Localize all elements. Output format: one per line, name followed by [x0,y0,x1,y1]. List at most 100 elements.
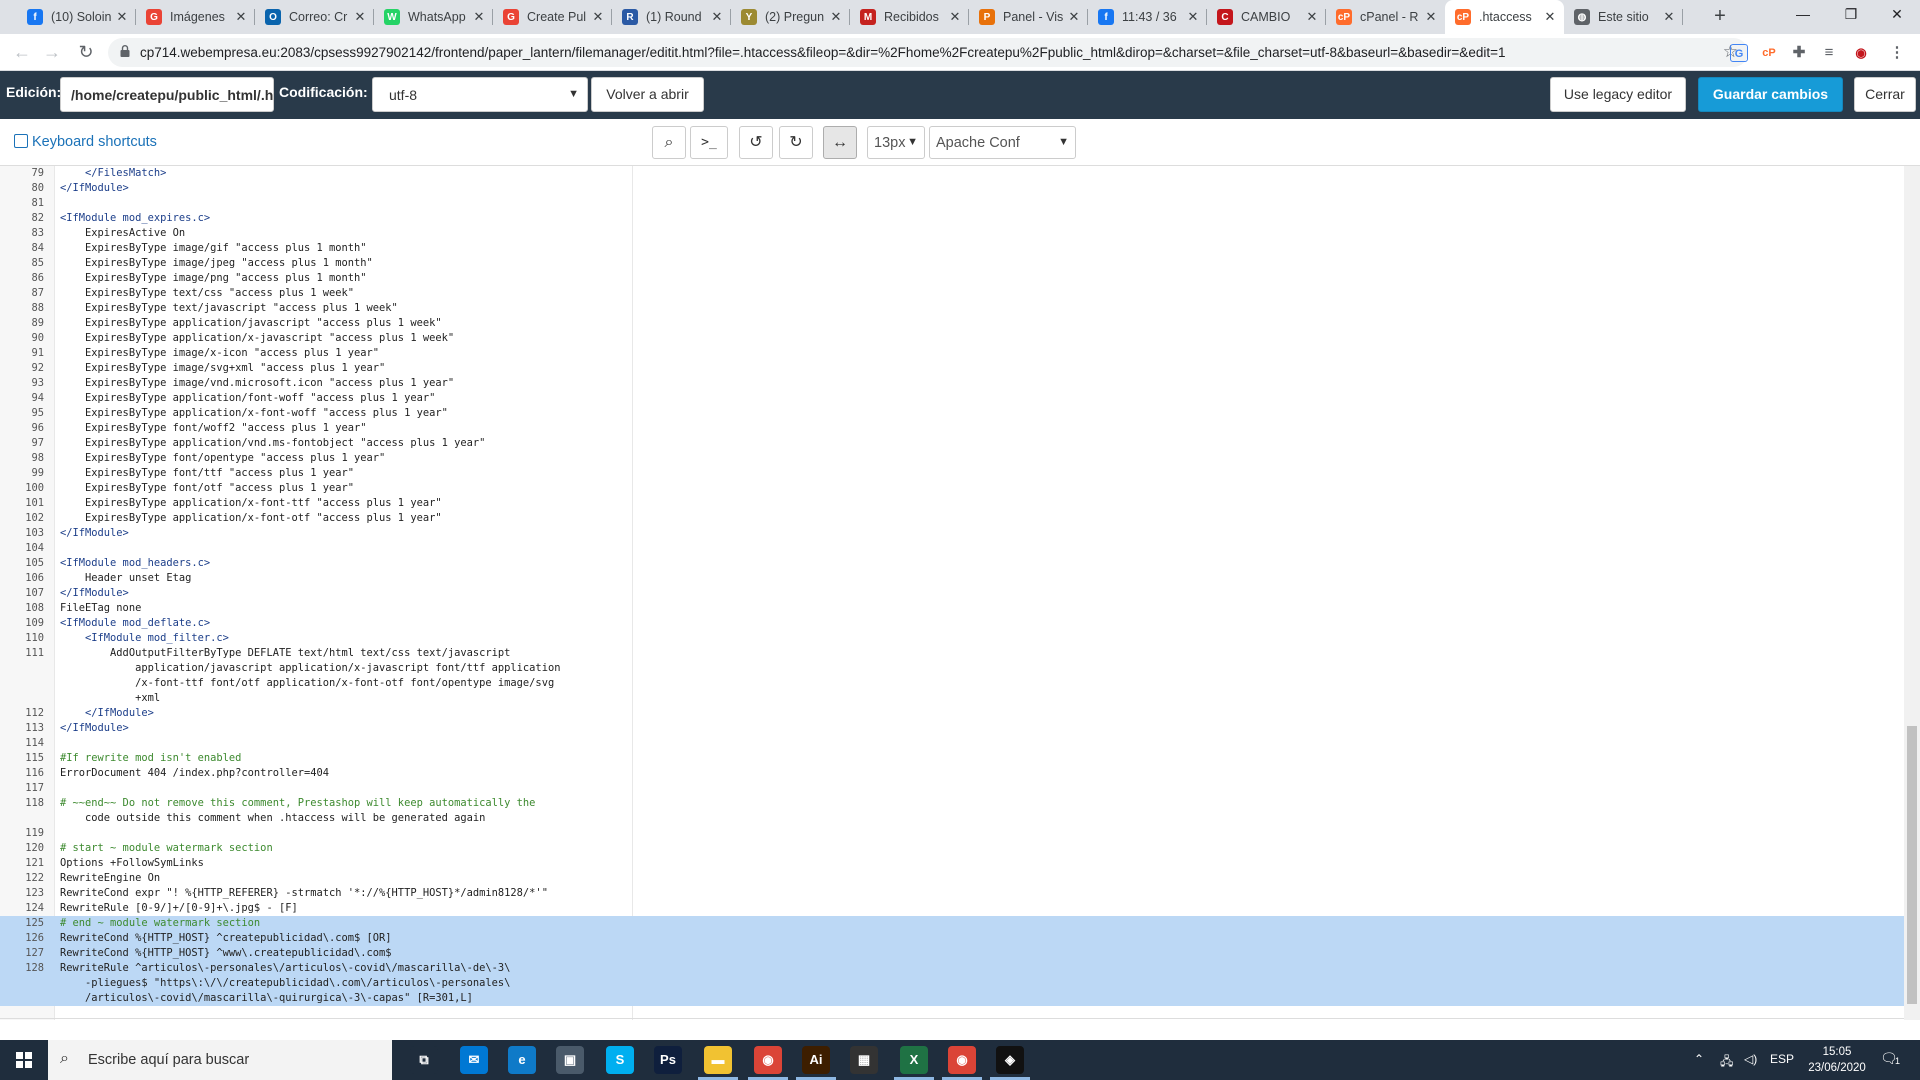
browser-tab[interactable]: G Imágenes ✕ [136,0,255,34]
volume-icon[interactable]: ◁) [1744,1052,1757,1066]
code-line[interactable]: 117 [0,781,1904,796]
code-line[interactable]: 106 Header unset Etag [0,571,1904,586]
code-line[interactable]: 93 ExpiresByType image/vnd.microsoft.ico… [0,376,1904,391]
browser-tab[interactable]: cP cPanel - R ✕ [1326,0,1445,34]
app-icon[interactable]: ◈ [996,1046,1024,1074]
address-bar[interactable]: cp714.webempresa.eu:2083/cpsess992790214… [108,38,1748,67]
code-line[interactable]: 121 Options +FollowSymLinks [0,856,1904,871]
vertical-scrollbar[interactable] [1904,166,1920,1020]
code-line[interactable]: 124 RewriteRule [0-9/]+/[0-9]+\.jpg$ - [F… [0,901,1904,916]
url-text[interactable]: cp714.webempresa.eu:2083/cpsess992790214… [140,45,1505,60]
code-line[interactable]: 100 ExpiresByType font/otf "access plus … [0,481,1904,496]
code-line[interactable]: 83 ExpiresActive On [0,226,1904,241]
show-hidden-icons-chevron[interactable]: ⌃ [1694,1052,1704,1066]
browser-tab[interactable]: ◍ Este sitio ✕ [1564,0,1683,34]
keyboard-shortcuts-link[interactable]: Keyboard shortcuts [14,134,157,150]
close-tab-icon[interactable]: ✕ [1185,9,1201,25]
code-line[interactable]: 101 ExpiresByType application/x-font-ttf… [0,496,1904,511]
chrome-icon[interactable]: ◉ [754,1046,782,1074]
code-editor[interactable]: 79 </FilesMatch> 80 </IfModule> 81 82 <IfModu… [0,166,1920,1020]
close-tab-icon[interactable]: ✕ [114,9,130,25]
code-line[interactable]: 128 RewriteRule ^articulos\-personales\/a… [0,961,1904,976]
excel-icon[interactable]: X [900,1046,928,1074]
code-line[interactable]: 85 ExpiresByType image/jpeg "access plus… [0,256,1904,271]
code-line[interactable]: 103 </IfModule> [0,526,1904,541]
edge-icon[interactable]: e [508,1046,536,1074]
profile-avatar-icon[interactable]: ◉ [1852,44,1870,62]
code-line[interactable]: 94 ExpiresByType application/font-woff "… [0,391,1904,406]
close-tab-icon[interactable]: ✕ [1066,9,1082,25]
translate-extension-icon[interactable]: G [1730,44,1748,62]
task-view-icon[interactable]: ⧉ [410,1046,438,1074]
close-tab-icon[interactable]: ✕ [1304,9,1320,25]
restore-button[interactable]: ❐ [1828,0,1874,30]
illustrator-icon[interactable]: Ai [802,1046,830,1074]
goto-line-button[interactable]: >_ [690,126,728,159]
code-line[interactable]: 114 [0,736,1904,751]
save-changes-button[interactable]: Guardar cambios [1698,77,1843,112]
code-line[interactable]: /articulos\-covid\/mascarilla\-quirurgic… [0,991,1904,1006]
code-line[interactable]: 92 ExpiresByType image/svg+xml "access p… [0,361,1904,376]
close-tab-icon[interactable]: ✕ [1542,9,1558,25]
new-tab-button[interactable]: + [1708,5,1732,29]
store-icon[interactable]: ▣ [556,1046,584,1074]
browser-tab[interactable]: G Create Pul ✕ [493,0,612,34]
browser-tab[interactable]: cP .htaccess ✕ [1445,0,1564,34]
code-line[interactable]: 79 </FilesMatch> [0,166,1904,181]
close-tab-icon[interactable]: ✕ [1661,9,1677,25]
scrollbar-thumb[interactable] [1907,726,1917,1004]
minimize-button[interactable]: — [1780,0,1826,30]
search-button[interactable]: ⌕ [652,126,686,159]
browser-menu-icon[interactable]: ⋮ [1888,44,1906,62]
code-line[interactable]: 126 RewriteCond %{HTTP_HOST} ^createpubli… [0,931,1904,946]
skype-icon[interactable]: S [606,1046,634,1074]
browser-tab[interactable]: M Recibidos ✕ [850,0,969,34]
code-line[interactable]: 96 ExpiresByType font/woff2 "access plus… [0,421,1904,436]
mode-select[interactable]: Apache Conf ▼ [929,126,1076,159]
browser-tab[interactable]: O Correo: Cr ✕ [255,0,374,34]
code-line[interactable]: 111 AddOutputFilterByType DEFLATE text/h… [0,646,1904,661]
browser-tab[interactable]: f 11:43 / 36 ✕ [1088,0,1207,34]
close-tab-icon[interactable]: ✕ [709,9,725,25]
mail-icon[interactable]: ✉ [460,1046,488,1074]
reload-button[interactable]: ↻ [74,41,98,65]
start-button[interactable] [0,1040,48,1080]
redo-button[interactable]: ↻ [779,126,813,159]
wrap-toggle-button[interactable]: ↔ [823,126,857,159]
back-button[interactable]: ← [10,41,34,65]
code-line[interactable]: 127 RewriteCond %{HTTP_HOST} ^www\.create… [0,946,1904,961]
close-tab-icon[interactable]: ✕ [352,9,368,25]
legacy-editor-button[interactable]: Use legacy editor [1550,77,1686,112]
code-line[interactable]: 105 <IfModule mod_headers.c> [0,556,1904,571]
extensions-puzzle-icon[interactable]: ✚ [1790,44,1808,62]
close-tab-icon[interactable]: ✕ [1423,9,1439,25]
language-indicator[interactable]: ESP [1770,1052,1794,1066]
code-line[interactable]: 80 </IfModule> [0,181,1904,196]
browser-tab[interactable]: f (10) Soloin ✕ [17,0,136,34]
code-line[interactable]: 89 ExpiresByType application/javascript … [0,316,1904,331]
code-line[interactable]: -pliegues$ "https\:\/\/createpublicidad\… [0,976,1904,991]
close-tab-icon[interactable]: ✕ [233,9,249,25]
forward-button[interactable]: → [40,41,64,65]
code-line[interactable]: 122 RewriteEngine On [0,871,1904,886]
code-line[interactable]: 88 ExpiresByType text/javascript "access… [0,301,1904,316]
code-line[interactable]: 123 RewriteCond expr "! %{HTTP_REFERER} -… [0,886,1904,901]
code-line[interactable]: 84 ExpiresByType image/gif "access plus … [0,241,1904,256]
calculator-icon[interactable]: ▦ [850,1046,878,1074]
cpanel-extension-icon[interactable]: cP [1760,44,1778,62]
reading-list-icon[interactable]: ≡ [1820,44,1838,62]
photoshop-icon[interactable]: Ps [654,1046,682,1074]
code-line[interactable]: +xml [0,691,1904,706]
code-line[interactable]: 95 ExpiresByType application/x-font-woff… [0,406,1904,421]
code-line[interactable]: 109 <IfModule mod_deflate.c> [0,616,1904,631]
code-line[interactable]: 82 <IfModule mod_expires.c> [0,211,1904,226]
code-line[interactable]: 97 ExpiresByType application/vnd.ms-font… [0,436,1904,451]
code-line[interactable]: 107 </IfModule> [0,586,1904,601]
browser-tab[interactable]: W WhatsApp ✕ [374,0,493,34]
reopen-button[interactable]: Volver a abrir [591,77,704,112]
close-tab-icon[interactable]: ✕ [828,9,844,25]
taskbar-search[interactable]: ⌕ Escribe aquí para buscar [48,1040,392,1080]
close-tab-icon[interactable]: ✕ [590,9,606,25]
browser-tab[interactable]: C CAMBIO ✕ [1207,0,1326,34]
file-path-field[interactable]: /home/createpu/public_html/.htaccess [60,77,274,112]
